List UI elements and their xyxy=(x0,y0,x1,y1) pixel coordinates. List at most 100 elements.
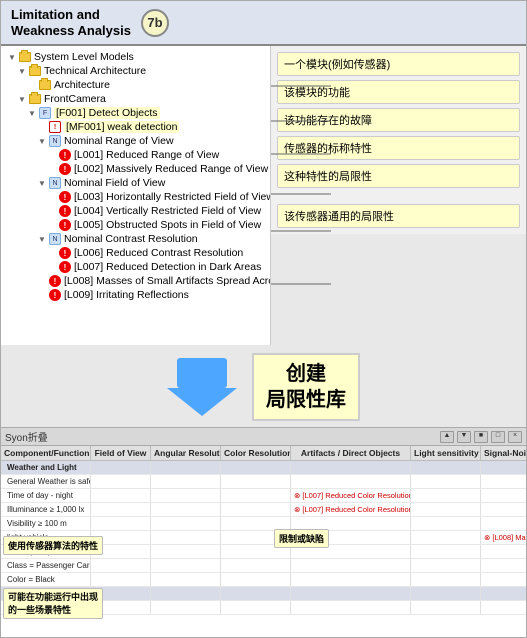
expand-icon-15 xyxy=(47,262,57,272)
expand-icon-1: ▼ xyxy=(17,66,27,76)
toolbar-btn-2[interactable]: ▼ xyxy=(457,431,471,443)
tree-item-10[interactable]: ! [L003] Horizontally Restricted Field o… xyxy=(3,190,268,204)
col-hdr-6: Signal-Noise Ratio xyxy=(481,446,526,460)
tree-item-0[interactable]: ▼ System Level Models xyxy=(3,50,268,64)
expand-icon-5 xyxy=(37,122,47,132)
error-icon-11: ! xyxy=(59,205,71,217)
toolbar-btn-3[interactable]: ■ xyxy=(474,431,488,443)
tree-item-9[interactable]: ▼ N Nominal Field of View xyxy=(3,176,268,190)
ss-row-8: Color = Black ⊗ [L012] Reduced Signal to… xyxy=(1,573,526,587)
expand-icon-9: ▼ xyxy=(37,178,47,188)
ss-cell-3-4: ⊗ [L007] Reduced Color Resolution xyxy=(291,503,411,516)
expand-icon-0: ▼ xyxy=(7,52,17,62)
expand-icon-12 xyxy=(47,220,57,230)
section-road-2 xyxy=(151,587,221,600)
callout-sensor-algo: 使用传感器算法的特性 xyxy=(3,536,103,555)
toolbar-btn-4[interactable]: □ xyxy=(491,431,505,443)
tree-item-17[interactable]: ! [L009] Irritating Reflections xyxy=(3,288,268,302)
ss-cell-2-6 xyxy=(481,489,526,502)
col-hdr-4: Artifacts / Direct Objects xyxy=(291,446,411,460)
tree-item-4[interactable]: ▼ F [F001] Detect Objects xyxy=(3,106,268,120)
tree-item-3[interactable]: ▼ FrontCamera xyxy=(3,92,268,106)
callout-scenario: 可能在功能运行中出现的一些场景特性 xyxy=(3,588,103,619)
ss-cell-road-3 xyxy=(221,601,291,614)
annotation-1: 该模块的功能 xyxy=(277,80,520,104)
tree-item-8[interactable]: ! [L002] Massively Reduced Range of View xyxy=(3,162,268,176)
tree-item-6[interactable]: ▼ N Nominal Range of View xyxy=(3,134,268,148)
toolbar-btn-1[interactable]: ▲ xyxy=(440,431,454,443)
tree-label-16: [L008] Masses of Small Artifacts Spread … xyxy=(64,275,271,287)
tree-label-2: Architecture xyxy=(54,79,110,91)
expand-icon-4: ▼ xyxy=(27,108,37,118)
tree-label-9: Nominal Field of View xyxy=(64,177,165,189)
tree-label-7: [L001] Reduced Range of View xyxy=(74,149,219,161)
tree-item-5[interactable]: ! [MF001] weak detection xyxy=(3,120,268,134)
bottom-panel: Syon折叠 ▲ ▼ ■ □ × Component/Function Fiel… xyxy=(1,427,526,637)
ss-cell-8-0: Color = Black xyxy=(1,573,91,586)
ss-cell-4-6 xyxy=(481,517,526,530)
error-icon-8: ! xyxy=(59,163,71,175)
ss-cell-7-4 xyxy=(291,559,411,572)
toolbar-btn-5[interactable]: × xyxy=(508,431,522,443)
col-hdr-3: Color Resolution xyxy=(221,446,291,460)
main-top: ▼ System Level Models ▼ Technical Archit… xyxy=(1,46,526,345)
tree-item-12[interactable]: ! [L005] Obstructed Spots in Field of Vi… xyxy=(3,218,268,232)
folder-icon-1 xyxy=(29,66,41,76)
top-section: ▼ System Level Models ▼ Technical Archit… xyxy=(1,46,526,427)
warning-icon-5: ! xyxy=(49,121,61,133)
ss-cell-road-6 xyxy=(481,601,526,614)
error-icon-14: ! xyxy=(59,247,71,259)
tree-panel: ▼ System Level Models ▼ Technical Archit… xyxy=(1,46,271,345)
ss-cell-1-6 xyxy=(481,475,526,488)
spreadsheet-title: Syon折叠 xyxy=(5,429,48,444)
tree-label-15: [L007] Reduced Detection in Dark Areas xyxy=(74,261,261,273)
ss-cell-4-5 xyxy=(411,517,481,530)
expand-icon-3: ▼ xyxy=(17,94,27,104)
tree-item-11[interactable]: ! [L004] Vertically Restricted Field of … xyxy=(3,204,268,218)
title-line2: Weakness Analysis xyxy=(11,23,131,38)
tree-label-12: [L005] Obstructed Spots in Field of View xyxy=(74,219,261,231)
create-library-line2: 局限性库 xyxy=(266,389,346,411)
ss-cell-2-0: Time of day - night xyxy=(1,489,91,502)
error-icon-16: ! xyxy=(49,275,61,287)
tree-label-14: [L006] Reduced Contrast Resolution xyxy=(74,247,243,259)
section-cell-4-0 xyxy=(291,461,411,474)
ss-cell-7-2 xyxy=(151,559,221,572)
tree-item-13[interactable]: ▼ N Nominal Contrast Resolution xyxy=(3,232,268,246)
header: Limitation and Weakness Analysis 7b xyxy=(1,1,526,46)
section-cell-2-0 xyxy=(151,461,221,474)
tree-label-13: Nominal Contrast Resolution xyxy=(64,233,198,245)
ss-cell-7-3 xyxy=(221,559,291,572)
ss-cell-8-4 xyxy=(291,573,411,586)
section-road-6 xyxy=(481,587,526,600)
tree-item-14[interactable]: ! [L006] Reduced Contrast Resolution xyxy=(3,246,268,260)
arrow-head xyxy=(167,388,237,416)
error-icon-15: ! xyxy=(59,261,71,273)
ss-cell-3-1 xyxy=(91,503,151,516)
ss-cell-5-2 xyxy=(151,531,221,544)
header-title: Limitation and Weakness Analysis xyxy=(11,7,131,38)
tree-item-1[interactable]: ▼ Technical Architecture xyxy=(3,64,268,78)
col-hdr-2: Angular Resolution xyxy=(151,446,221,460)
tree-item-7[interactable]: ! [L001] Reduced Range of View xyxy=(3,148,268,162)
tree-item-15[interactable]: ! [L007] Reduced Detection in Dark Areas xyxy=(3,260,268,274)
tree-item-2[interactable]: Architecture xyxy=(3,78,268,92)
ss-cell-8-6 xyxy=(481,573,526,586)
ss-cell-road-5 xyxy=(411,601,481,614)
ss-cell-1-1 xyxy=(91,475,151,488)
col-hdr-0: Component/Function xyxy=(1,446,91,460)
ss-cell-1-3 xyxy=(221,475,291,488)
node-icon-4: F xyxy=(39,107,51,119)
error-icon-7: ! xyxy=(59,149,71,161)
ss-cell-1-4 xyxy=(291,475,411,488)
ss-cell-2-3 xyxy=(221,489,291,502)
tree-item-16[interactable]: ! [L008] Masses of Small Artifacts Sprea… xyxy=(3,274,268,288)
ss-row-7: Class = Passenger Car xyxy=(1,559,526,573)
ss-cell-7-5 xyxy=(411,559,481,572)
ss-row-2: Time of day - night ⊗ [L007] Reduced Col… xyxy=(1,489,526,503)
section-header-0: Weather and Light xyxy=(1,461,526,475)
expand-icon-6: ▼ xyxy=(37,136,47,146)
ss-row-1: General Weather is safe xyxy=(1,475,526,489)
error-icon-10: ! xyxy=(59,191,71,203)
ss-cell-2-1 xyxy=(91,489,151,502)
